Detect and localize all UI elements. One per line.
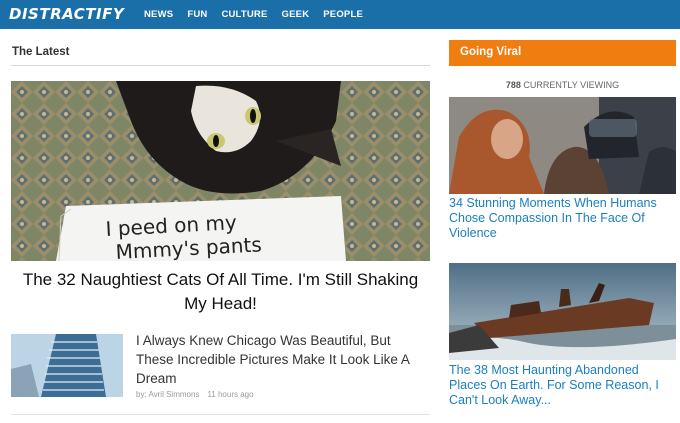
nav-people-link[interactable]: PEOPLE	[323, 9, 363, 20]
divider	[11, 414, 430, 415]
viewing-count: 788	[505, 80, 521, 90]
viral-article-title[interactable]: 34 Stunning Moments When Humans Chose Co…	[449, 196, 676, 241]
hero-image-cat[interactable]: I peed on my Mmmy's pants	[11, 81, 430, 261]
viral-article-title[interactable]: The 38 Most Haunting Abandoned Places On…	[449, 363, 676, 408]
article-byline: by: Avril Simmons 11 hours ago	[136, 390, 254, 399]
top-nav-bar: DISTRACTIFY NEWS FUN CULTURE GEEK PEOPLE	[0, 0, 680, 29]
section-title-latest: The Latest	[12, 46, 70, 58]
divider	[11, 65, 430, 66]
article-thumbnail-chicago[interactable]	[11, 334, 123, 397]
nav-geek-link[interactable]: GEEK	[282, 9, 310, 20]
site-logo[interactable]: DISTRACTIFY	[9, 5, 124, 23]
viewing-label: CURRENTLY VIEWING	[523, 80, 620, 90]
nav-fun-link[interactable]: FUN	[187, 9, 207, 20]
main-nav: NEWS FUN CULTURE GEEK PEOPLE	[144, 9, 377, 20]
nav-news-link[interactable]: NEWS	[144, 9, 173, 20]
hero-article-title[interactable]: The 32 Naughtiest Cats Of All Time. I'm …	[11, 268, 430, 316]
byline-author[interactable]: by: Avril Simmons	[136, 390, 199, 399]
going-viral-title: Going Viral	[460, 46, 522, 58]
currently-viewing: 788 CURRENTLY VIEWING	[449, 80, 676, 90]
article-title[interactable]: I Always Knew Chicago Was Beautiful, But…	[136, 331, 431, 388]
nav-culture-link[interactable]: CULTURE	[221, 9, 267, 20]
going-viral-header: Going Viral	[449, 40, 676, 66]
viral-image-protest[interactable]	[449, 97, 676, 194]
viral-image-shipwreck[interactable]	[449, 263, 676, 360]
byline-time: 11 hours ago	[207, 390, 254, 399]
